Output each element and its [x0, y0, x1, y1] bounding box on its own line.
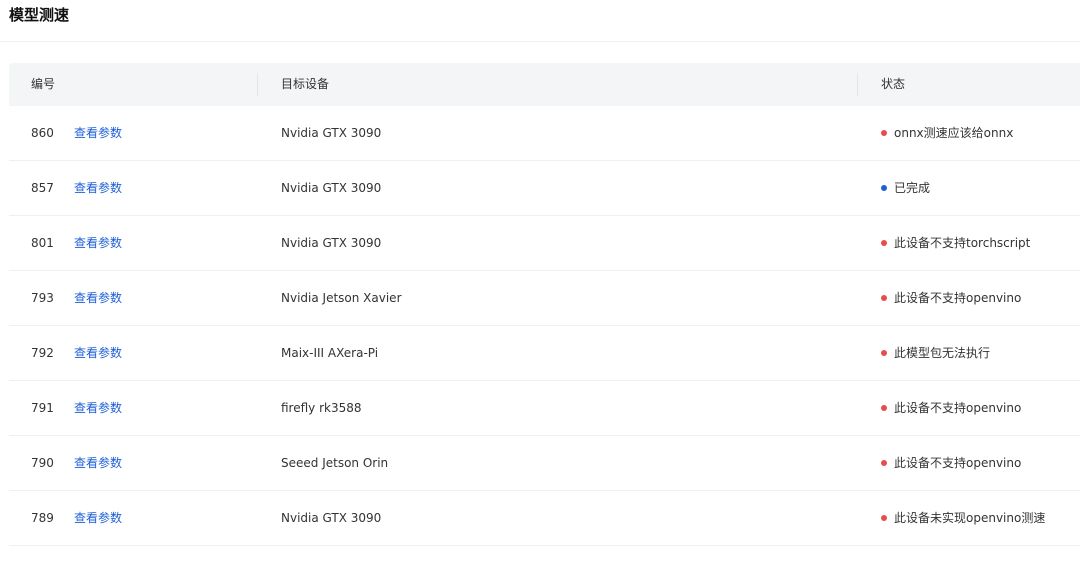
status-text: 此设备不支持openvino [894, 291, 1022, 305]
status-text: onnx测速应该给onnx [894, 126, 1014, 140]
row-status: 此设备未实现openvino测速 [881, 491, 1045, 545]
view-params-link[interactable]: 查看参数 [74, 106, 122, 160]
table-row: 857 查看参数 Nvidia GTX 3090 已完成 [9, 161, 1080, 216]
row-device: Nvidia GTX 3090 [281, 181, 382, 195]
table-row: 860 查看参数 Nvidia GTX 3090 onnx测速应该给onnx [9, 106, 1080, 161]
status-dot [881, 514, 887, 521]
status-dot [881, 239, 887, 246]
row-status: 此设备不支持torchscript [881, 216, 1030, 270]
view-params-link[interactable]: 查看参数 [74, 491, 122, 545]
row-device: Maix-III AXera-Pi [281, 346, 379, 360]
row-device: Seeed Jetson Orin [281, 456, 389, 470]
status-dot [881, 349, 887, 356]
status-dot [881, 129, 887, 136]
row-id: 801 [31, 236, 54, 250]
table-header: 编号 目标设备 状态 [9, 63, 1080, 106]
view-params-link[interactable]: 查看参数 [74, 161, 122, 215]
status-text: 此设备不支持openvino [894, 456, 1022, 470]
row-device: firefly rk3588 [281, 401, 362, 415]
row-id: 792 [31, 346, 54, 360]
view-params-link[interactable]: 查看参数 [74, 381, 122, 435]
status-text: 此设备不支持openvino [894, 401, 1022, 415]
row-id: 790 [31, 456, 54, 470]
row-status: onnx测速应该给onnx [881, 106, 1013, 160]
status-dot [881, 459, 887, 466]
page: 模型测速 编号 目标设备 状态 860 查看参数 Nvidia GTX 3090… [0, 0, 1080, 567]
table-row: 793 查看参数 Nvidia Jetson Xavier 此设备不支持open… [9, 271, 1080, 326]
status-text: 此设备未实现openvino测速 [894, 511, 1046, 525]
row-status: 此模型包无法执行 [881, 326, 990, 380]
speed-test-table: 编号 目标设备 状态 860 查看参数 Nvidia GTX 3090 onnx… [9, 63, 1080, 546]
view-params-link[interactable]: 查看参数 [74, 271, 122, 325]
column-divider [857, 73, 858, 96]
title-divider [0, 41, 1080, 42]
status-text: 此模型包无法执行 [894, 346, 991, 360]
row-device: Nvidia GTX 3090 [281, 126, 382, 140]
column-header-id: 编号 [31, 77, 56, 91]
status-text: 已完成 [894, 181, 931, 195]
row-id: 793 [31, 291, 54, 305]
view-params-link[interactable]: 查看参数 [74, 436, 122, 490]
row-id: 791 [31, 401, 54, 415]
row-status: 此设备不支持openvino [881, 436, 1021, 490]
table-row: 789 查看参数 Nvidia GTX 3090 此设备未实现openvino测… [9, 491, 1080, 546]
page-title: 模型测速 [9, 6, 70, 24]
row-id: 789 [31, 511, 54, 525]
row-device: Nvidia GTX 3090 [281, 511, 382, 525]
column-header-status: 状态 [881, 77, 906, 91]
view-params-link[interactable]: 查看参数 [74, 216, 122, 270]
status-dot [881, 404, 887, 411]
row-device: Nvidia GTX 3090 [281, 236, 382, 250]
table-row: 801 查看参数 Nvidia GTX 3090 此设备不支持torchscri… [9, 216, 1080, 271]
column-divider [257, 73, 258, 96]
status-dot [881, 294, 887, 301]
row-device: Nvidia Jetson Xavier [281, 291, 402, 305]
table-row: 790 查看参数 Seeed Jetson Orin 此设备不支持openvin… [9, 436, 1080, 491]
row-id: 860 [31, 126, 54, 140]
row-status: 此设备不支持openvino [881, 271, 1021, 325]
table-body: 860 查看参数 Nvidia GTX 3090 onnx测速应该给onnx 8… [9, 106, 1080, 546]
row-status: 此设备不支持openvino [881, 381, 1021, 435]
column-header-device: 目标设备 [281, 77, 330, 91]
status-text: 此设备不支持torchscript [894, 236, 1031, 250]
status-dot [881, 184, 887, 191]
row-id: 857 [31, 181, 54, 195]
table-row: 791 查看参数 firefly rk3588 此设备不支持openvino [9, 381, 1080, 436]
row-status: 已完成 [881, 161, 930, 215]
view-params-link[interactable]: 查看参数 [74, 326, 122, 380]
table-row: 792 查看参数 Maix-III AXera-Pi 此模型包无法执行 [9, 326, 1080, 381]
